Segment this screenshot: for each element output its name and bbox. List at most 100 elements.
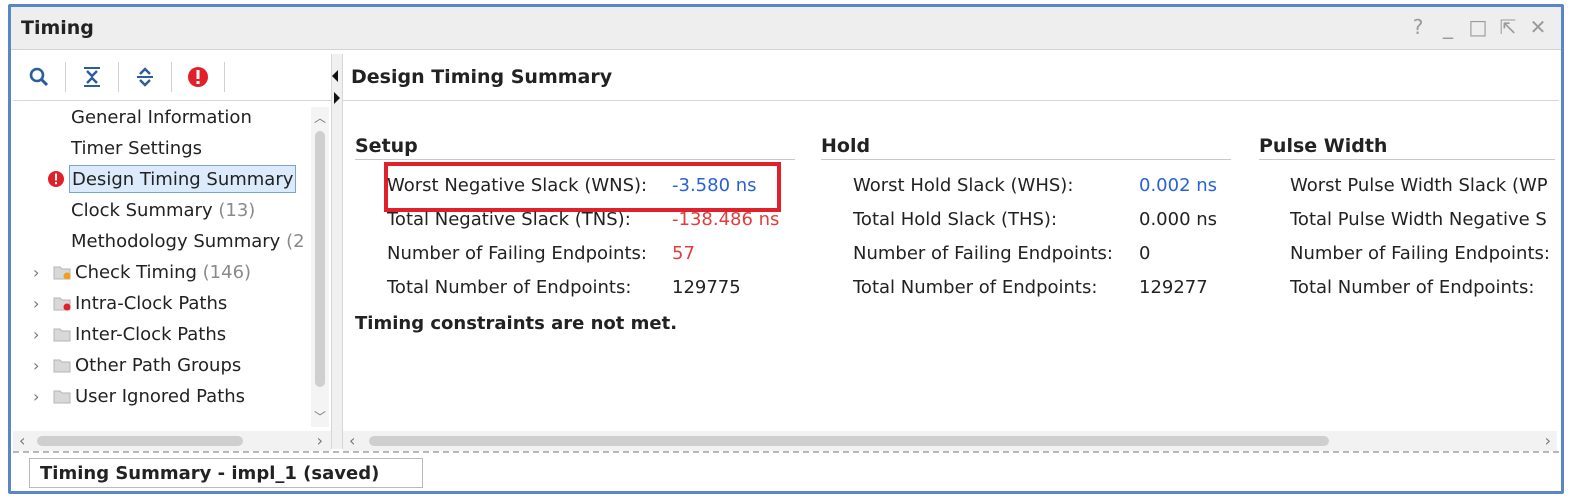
summary-header: Design Timing Summary bbox=[343, 54, 1559, 101]
tree-item-count: (13) bbox=[218, 199, 256, 221]
expand-all-button[interactable] bbox=[127, 59, 163, 95]
scroll-thumb[interactable] bbox=[315, 131, 325, 387]
tree-vertical-scrollbar[interactable]: ︿ ﹀ bbox=[311, 107, 329, 427]
pulse-width-section: Pulse Width Worst Pulse Width Slack (WP … bbox=[1251, 103, 1555, 429]
hold-failing-label: Number of Failing Endpoints: bbox=[853, 243, 1113, 264]
folder-icon bbox=[53, 390, 71, 404]
timing-tree: General Information Timer Settings Desig… bbox=[13, 103, 313, 425]
folder-icon bbox=[53, 359, 71, 373]
search-button[interactable] bbox=[21, 59, 57, 95]
scroll-thumb[interactable] bbox=[37, 436, 243, 446]
chevron-left-icon[interactable]: ‹ bbox=[19, 431, 25, 450]
pulse-total-label: Total Number of Endpoints: bbox=[1290, 277, 1535, 298]
tree-item-inter-clock-paths[interactable]: › Inter-Clock Paths bbox=[33, 320, 226, 348]
tree-item-count: (2 bbox=[286, 230, 305, 252]
chevron-up-icon[interactable]: ︿ bbox=[314, 109, 326, 126]
setup-total-value: 129775 bbox=[672, 277, 741, 298]
tree-horizontal-scrollbar[interactable]: ‹ › bbox=[13, 431, 331, 451]
hold-total-label: Total Number of Endpoints: bbox=[853, 277, 1098, 298]
collapse-left-icon[interactable] bbox=[332, 70, 338, 82]
setup-failing-label: Number of Failing Endpoints: bbox=[387, 243, 647, 264]
timing-summary-tab[interactable]: Timing Summary - impl_1 (saved) bbox=[29, 458, 423, 488]
chevron-right-icon[interactable]: › bbox=[33, 263, 47, 282]
panel-divider bbox=[13, 451, 1559, 453]
tree-item-count: (146) bbox=[202, 261, 252, 283]
tree-item-label: Check Timing bbox=[75, 261, 197, 283]
pulse-wpws-label: Worst Pulse Width Slack (WP bbox=[1290, 175, 1548, 196]
tree-item-clock-summary[interactable]: Clock Summary (13) bbox=[71, 196, 255, 224]
expand-right-icon[interactable] bbox=[334, 92, 340, 104]
pulse-failing-label: Number of Failing Endpoints: bbox=[1290, 243, 1550, 264]
maximize-icon[interactable]: □ bbox=[1467, 15, 1489, 39]
tree-item-other-path-groups[interactable]: › Other Path Groups bbox=[33, 351, 241, 379]
hold-divider bbox=[821, 159, 1231, 160]
minimize-icon[interactable]: _ bbox=[1437, 15, 1459, 39]
tab-label: Timing Summary - impl_1 (saved) bbox=[40, 462, 380, 484]
tree-item-label: Design Timing Summary bbox=[69, 165, 297, 193]
pulse-width-divider bbox=[1259, 159, 1555, 160]
folder-error-icon bbox=[53, 297, 71, 311]
toolbar-separator bbox=[118, 62, 119, 92]
folder-icon bbox=[53, 328, 71, 342]
setup-total-label: Total Number of Endpoints: bbox=[387, 277, 632, 298]
chevron-right-icon[interactable]: › bbox=[33, 356, 47, 375]
hold-title: Hold bbox=[821, 135, 871, 157]
tree-item-label: Clock Summary bbox=[71, 199, 213, 221]
toolbar-separator bbox=[224, 62, 225, 92]
restore-icon[interactable]: ⇱ bbox=[1497, 15, 1519, 39]
timing-window: Timing ? _ □ ⇱ ✕ General Information Tim… bbox=[8, 4, 1564, 494]
folder-warning-icon bbox=[53, 266, 71, 280]
tree-item-design-timing-summary[interactable]: Design Timing Summary bbox=[47, 165, 297, 193]
hold-total-value: 129277 bbox=[1139, 277, 1208, 298]
setup-failing-value[interactable]: 57 bbox=[672, 243, 695, 264]
help-icon[interactable]: ? bbox=[1407, 15, 1429, 39]
tree-item-user-ignored-paths[interactable]: › User Ignored Paths bbox=[33, 382, 245, 410]
setup-tns-label: Total Negative Slack (TNS): bbox=[387, 209, 631, 230]
setup-divider bbox=[355, 159, 795, 160]
timing-status-message: Timing constraints are not met. bbox=[355, 313, 678, 334]
chevron-right-icon[interactable]: › bbox=[33, 294, 47, 313]
error-icon bbox=[48, 171, 64, 187]
tree-item-general-information[interactable]: General Information bbox=[71, 103, 252, 131]
collapse-all-icon bbox=[84, 67, 100, 87]
tree-item-label: User Ignored Paths bbox=[75, 385, 246, 407]
chevron-down-icon[interactable]: ﹀ bbox=[314, 408, 326, 425]
window-controls: ? _ □ ⇱ ✕ bbox=[1407, 15, 1549, 39]
setup-wns-value[interactable]: -3.580 ns bbox=[672, 175, 757, 196]
chevron-right-icon[interactable]: › bbox=[1545, 431, 1551, 450]
hold-whs-value[interactable]: 0.002 ns bbox=[1139, 175, 1217, 196]
tree-item-label: Timer Settings bbox=[71, 137, 203, 159]
summary-horizontal-scrollbar[interactable]: ‹ › bbox=[343, 431, 1557, 451]
hold-ths-value: 0.000 ns bbox=[1139, 209, 1218, 230]
hold-failing-value: 0 bbox=[1139, 243, 1151, 264]
scroll-thumb[interactable] bbox=[369, 436, 1329, 446]
error-icon bbox=[188, 67, 208, 87]
pane-splitter[interactable] bbox=[331, 54, 343, 449]
chevron-right-icon[interactable]: › bbox=[317, 431, 323, 450]
window-titlebar: Timing ? _ □ ⇱ ✕ bbox=[11, 7, 1561, 50]
tree-item-methodology-summary[interactable]: Methodology Summary (2 bbox=[71, 227, 305, 255]
setup-wns-label: Worst Negative Slack (WNS): bbox=[387, 175, 648, 196]
show-errors-button[interactable] bbox=[180, 59, 216, 95]
toolbar-separator bbox=[171, 62, 172, 92]
close-icon[interactable]: ✕ bbox=[1527, 15, 1549, 39]
chevron-left-icon[interactable]: ‹ bbox=[349, 431, 355, 450]
tree-item-intra-clock-paths[interactable]: › Intra-Clock Paths bbox=[33, 289, 227, 317]
tree-item-label: Other Path Groups bbox=[75, 354, 242, 376]
tree-item-timer-settings[interactable]: Timer Settings bbox=[71, 134, 202, 162]
toolbar-separator bbox=[65, 62, 66, 92]
window-title: Timing bbox=[21, 17, 94, 39]
setup-title: Setup bbox=[355, 135, 418, 157]
collapse-all-button[interactable] bbox=[74, 59, 110, 95]
chevron-right-icon[interactable]: › bbox=[33, 325, 47, 344]
tree-item-check-timing[interactable]: › Check Timing (146) bbox=[33, 258, 251, 286]
search-icon bbox=[29, 67, 49, 87]
expand-all-icon bbox=[137, 67, 153, 87]
setup-tns-value[interactable]: -138.486 ns bbox=[672, 209, 779, 230]
tree-item-label: Inter-Clock Paths bbox=[75, 323, 227, 345]
summary-title: Design Timing Summary bbox=[351, 66, 613, 88]
tree-item-label: Intra-Clock Paths bbox=[75, 292, 228, 314]
tree-item-label: General Information bbox=[71, 106, 252, 128]
chevron-right-icon[interactable]: › bbox=[33, 387, 47, 406]
pulse-width-title: Pulse Width bbox=[1259, 135, 1388, 157]
